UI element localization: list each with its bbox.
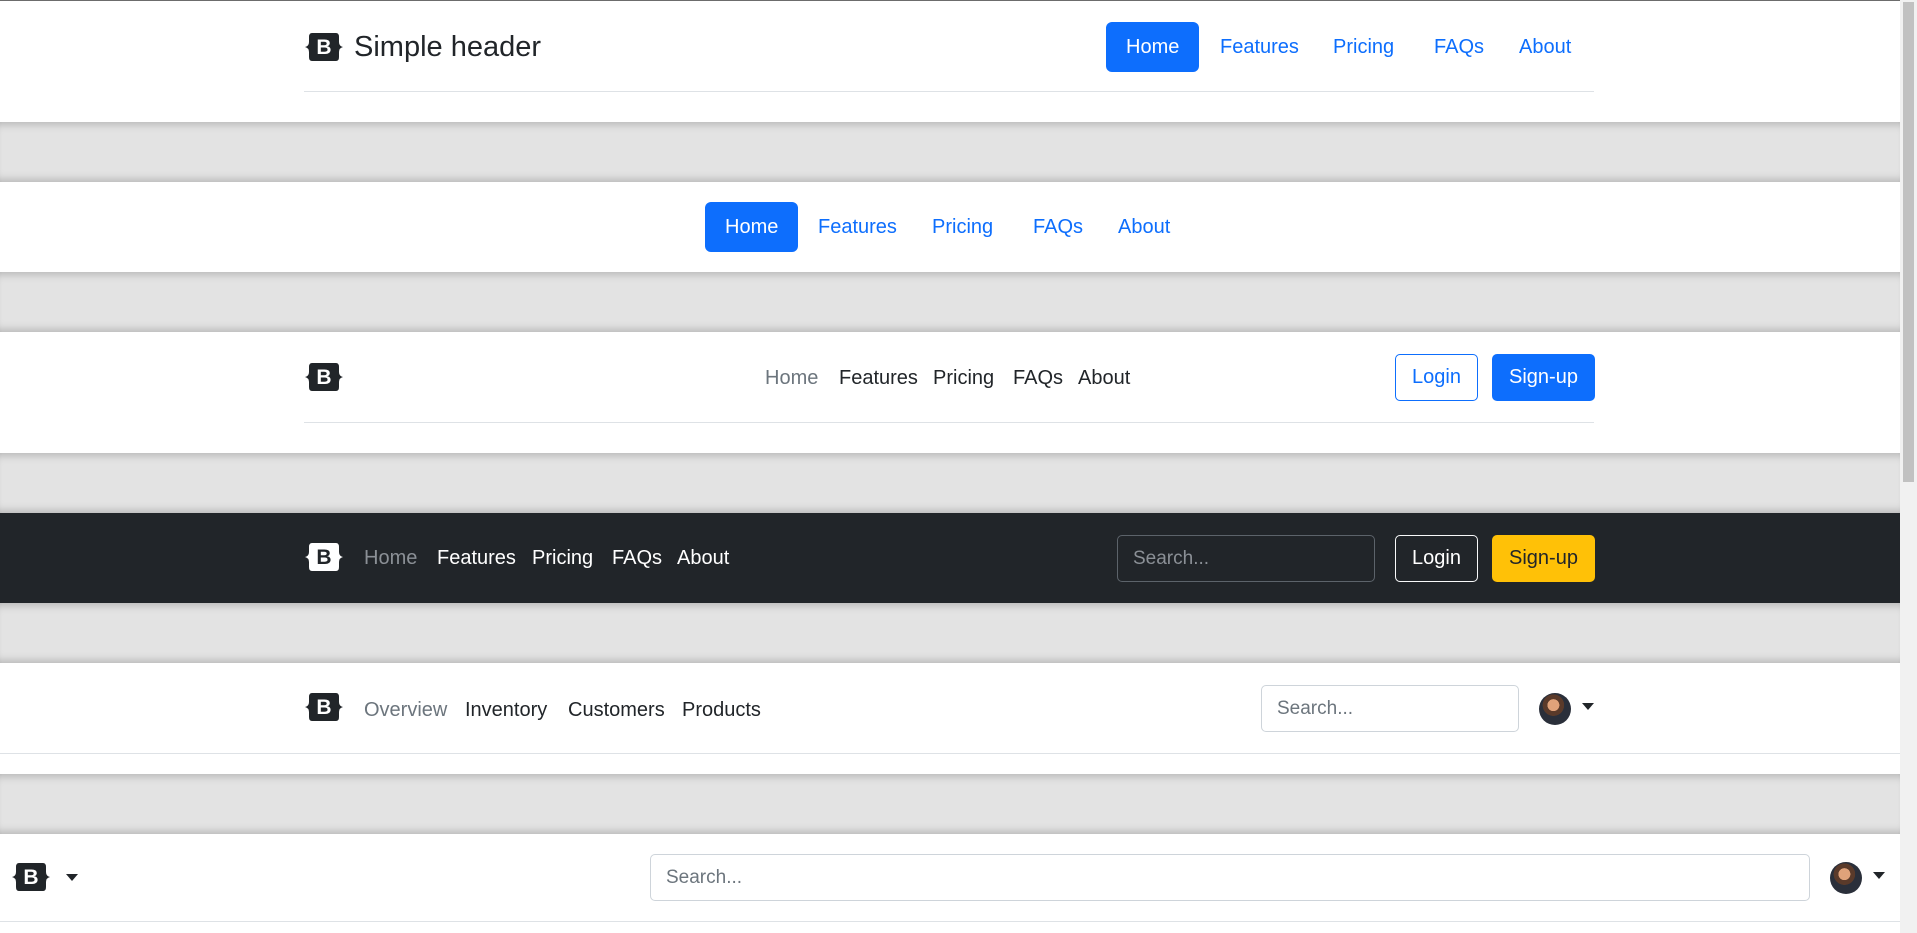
header-app-search: B Search... [0,834,1900,933]
scrollbar-thumb[interactable] [1903,2,1914,482]
logo-letter: B [316,365,332,389]
caret-down-icon[interactable] [1582,703,1594,710]
search-input[interactable]: Search... [1117,535,1375,582]
section-divider [0,272,1900,332]
header-divider [304,91,1594,92]
nav-customers[interactable]: Customers [568,700,665,720]
search-input[interactable]: Search... [1261,685,1519,732]
nav-home[interactable]: Home [765,368,818,388]
nav-about[interactable]: About [1499,22,1591,72]
signup-button[interactable]: Sign-up [1492,354,1595,401]
nav-features[interactable]: Features [839,368,918,388]
nav-features[interactable]: Features [1200,22,1319,72]
header-centered-nav: Home Features Pricing FAQs About [0,182,1900,272]
bootstrap-logo-icon[interactable]: B [304,362,344,392]
user-avatar[interactable] [1830,862,1862,894]
nav-faqs[interactable]: FAQs [612,548,662,568]
logo-letter: B [316,545,332,569]
caret-down-icon[interactable] [66,874,78,881]
section-divider [0,453,1900,513]
section-divider [0,122,1900,182]
header-dashboard: B Overview Inventory Customers Products … [0,663,1900,774]
nav-about[interactable]: About [1098,202,1190,252]
nav-features[interactable]: Features [798,202,917,252]
nav-pricing[interactable]: Pricing [912,202,1013,252]
user-avatar[interactable] [1539,693,1571,725]
login-button[interactable]: Login [1395,535,1478,582]
nav-pricing[interactable]: Pricing [532,548,593,568]
logo-letter: B [316,35,332,59]
bootstrap-logo-icon[interactable]: B [11,862,51,892]
nav-faqs[interactable]: FAQs [1013,202,1103,252]
nav-products[interactable]: Products [682,700,761,720]
nav-pricing[interactable]: Pricing [1313,22,1414,72]
header-bottom-border [0,753,1900,754]
nav-faqs[interactable]: FAQs [1013,368,1063,388]
section-divider [0,774,1900,834]
logo-letter: B [23,865,39,889]
header-with-buttons: B Home Features Pricing FAQs About Login… [0,332,1900,453]
caret-down-icon[interactable] [1873,872,1885,879]
header-divider [304,422,1594,423]
nav-pricing[interactable]: Pricing [933,368,994,388]
bootstrap-logo-icon[interactable]: B [304,32,344,62]
login-button[interactable]: Login [1395,354,1478,401]
bootstrap-logo-icon[interactable]: B [304,542,344,572]
nav-faqs[interactable]: FAQs [1414,22,1504,72]
nav-home[interactable]: Home [364,548,417,568]
brand-title[interactable]: Simple header [354,33,541,62]
nav-overview[interactable]: Overview [364,700,447,720]
search-input[interactable]: Search... [650,854,1810,901]
header-dark: B Home Features Pricing FAQs About Searc… [0,513,1900,603]
header-bottom-border [0,921,1900,922]
section-divider [0,603,1900,663]
nav-home[interactable]: Home [1106,22,1200,72]
nav-inventory[interactable]: Inventory [465,700,547,720]
header-simple: B Simple header Home Features Pricing FA… [0,1,1900,122]
bootstrap-logo-icon[interactable]: B [304,692,344,722]
signup-button[interactable]: Sign-up [1492,535,1595,582]
logo-letter: B [316,695,332,719]
nav-about[interactable]: About [1078,368,1130,388]
nav-about[interactable]: About [677,548,729,568]
nav-features[interactable]: Features [437,548,516,568]
nav-home[interactable]: Home [705,202,799,252]
